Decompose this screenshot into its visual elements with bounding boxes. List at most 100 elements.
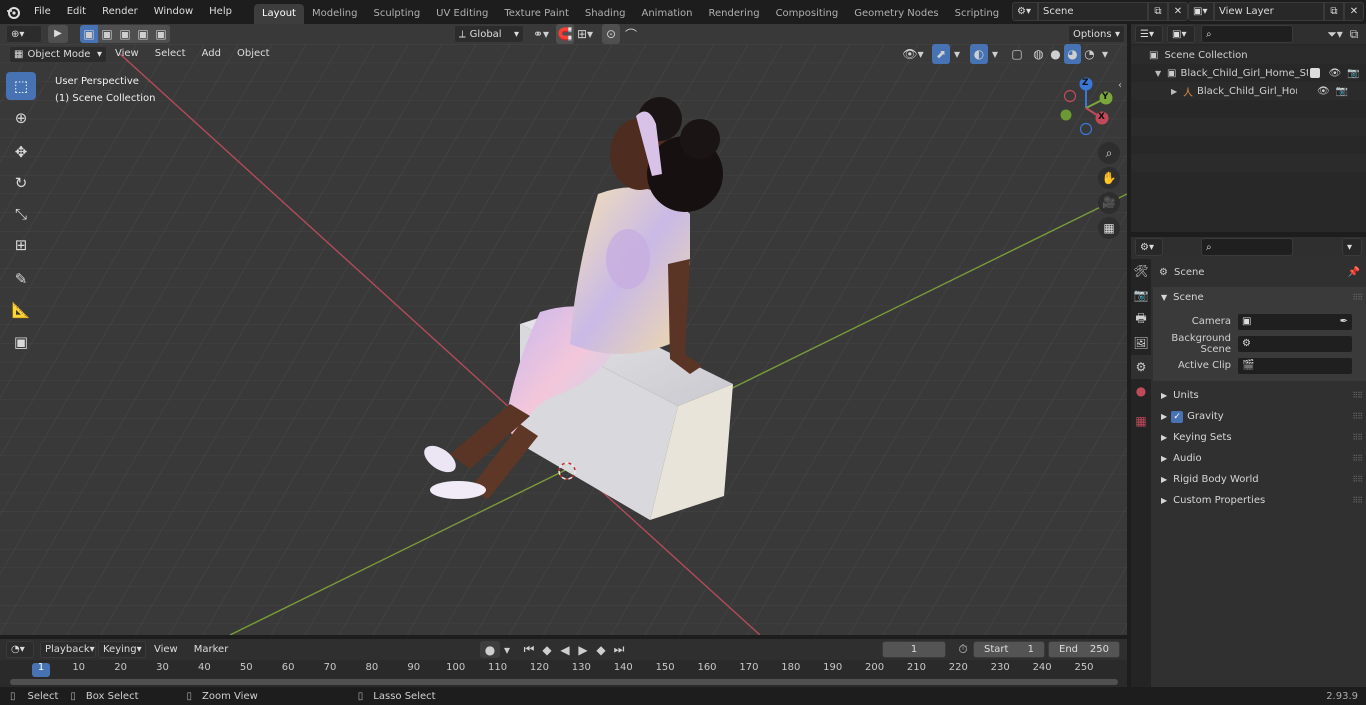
tab-scripting[interactable]: Scripting (947, 4, 1007, 24)
jump-end-icon[interactable]: ⏭ (610, 641, 628, 658)
solid-shading-icon[interactable]: ● (1047, 44, 1064, 64)
current-frame-field[interactable]: 1 (882, 641, 946, 658)
record-options-icon[interactable]: ▾ (500, 641, 514, 658)
menu-select[interactable]: Select (147, 44, 194, 64)
menu-render[interactable]: Render (94, 1, 146, 23)
texture-tab-icon[interactable]: ▦ (1131, 409, 1151, 433)
tab-uv-editing[interactable]: UV Editing (428, 4, 496, 24)
scale-tool-icon[interactable]: ⤡ (6, 200, 36, 228)
menu-view[interactable]: View (107, 44, 147, 64)
eyedropper-icon[interactable]: ✒ (1340, 316, 1348, 327)
scene-copy-icon[interactable]: ⧉ (1148, 2, 1168, 21)
rigid-body-world-panel-header[interactable]: ▶ Rigid Body World ⠿⠿ (1153, 469, 1366, 490)
orientation-dropdown[interactable]: ⟂ Global ▾ (454, 25, 524, 43)
jump-start-icon[interactable]: ⏮ (520, 641, 538, 658)
snap-icon[interactable]: 🧲 (556, 24, 574, 44)
overlay-dropdown-icon[interactable]: ▾ (988, 44, 1002, 64)
tab-animation[interactable]: Animation (634, 4, 701, 24)
move-tool-icon[interactable]: ✥ (6, 138, 36, 166)
scene-close-icon[interactable]: ✕ (1168, 2, 1188, 21)
zoom-icon[interactable]: ⌕ (1098, 142, 1120, 164)
tab-rendering[interactable]: Rendering (700, 4, 767, 24)
rotate-tool-icon[interactable]: ↻ (6, 169, 36, 197)
properties-editor-type-icon[interactable]: ⚙▾ (1135, 238, 1163, 256)
keying-dropdown[interactable]: Keying ▾ (98, 641, 146, 658)
select-new-icon[interactable]: ▣ (80, 25, 98, 43)
menu-file[interactable]: File (26, 1, 59, 23)
playback-dropdown[interactable]: Playback ▾ (40, 641, 96, 658)
menu-help[interactable]: Help (201, 1, 240, 23)
select-mode-icon[interactable]: ▶ (48, 25, 68, 43)
transform-tool-icon[interactable]: ⊞ (6, 231, 36, 259)
tab-sculpting[interactable]: Sculpting (365, 4, 428, 24)
tool-tab-icon[interactable]: 🛠 (1131, 259, 1151, 283)
gizmo-dropdown-icon[interactable]: ▾ (950, 44, 964, 64)
play-icon[interactable]: ▶ (574, 641, 592, 658)
custom-properties-panel-header[interactable]: ▶ Custom Properties ⠿⠿ (1153, 490, 1366, 511)
cursor-tool-icon[interactable]: ⊕ (6, 104, 36, 132)
output-tab-icon[interactable]: 🖶 (1131, 307, 1151, 331)
start-frame-field[interactable]: Start 1 (973, 641, 1045, 658)
pivot-icon[interactable]: ⚭▾ (530, 24, 552, 44)
prev-keyframe-icon[interactable]: ◆ (538, 641, 556, 658)
gravity-panel-header[interactable]: ▶ ✓ Gravity ⠿⠿ (1153, 406, 1366, 427)
material-shading-icon[interactable]: ◕ (1064, 44, 1081, 64)
sidebar-toggle-icon[interactable]: ‹ (1118, 80, 1122, 91)
drag-handle-icon[interactable]: ⠿⠿ (1352, 475, 1363, 484)
scene-type-icon[interactable]: ⚙▾ (1012, 2, 1038, 21)
camera-icon[interactable]: 📷 (1347, 68, 1359, 79)
expand-arrow-icon[interactable]: ▼ (1155, 69, 1167, 78)
units-panel-header[interactable]: ▶ Units ⠿⠿ (1153, 385, 1366, 406)
drag-handle-icon[interactable]: ⠿⠿ (1352, 496, 1363, 505)
drag-handle-icon[interactable]: ⠿⠿ (1352, 454, 1363, 463)
menu-add[interactable]: Add (194, 44, 229, 64)
camera-view-icon[interactable]: 🎥 (1098, 192, 1120, 214)
outliner-editor-type-icon[interactable]: ☰▾ (1135, 25, 1163, 43)
tab-geometry-nodes[interactable]: Geometry Nodes (846, 4, 946, 24)
timeline-scrollbar[interactable] (10, 679, 1118, 685)
next-keyframe-icon[interactable]: ◆ (592, 641, 610, 658)
ortho-grid-icon[interactable]: ▦ (1098, 217, 1120, 239)
camera-icon[interactable]: 📷 (1336, 86, 1348, 97)
select-intersect-icon[interactable]: ▣ (152, 25, 170, 43)
gizmo-toggle-icon[interactable]: ⬈ (932, 44, 950, 64)
scene-name-field[interactable]: Scene (1038, 2, 1148, 21)
view-layer-copy-icon[interactable]: ⧉ (1324, 2, 1344, 21)
outliner-row[interactable]: ▶ 人 Black_Child_Girl_Home_S 👁 📷 (1131, 82, 1366, 100)
play-reverse-icon[interactable]: ◀ (556, 641, 574, 658)
editor-type-icon[interactable]: ⊕▾ (6, 25, 42, 43)
render-tab-icon[interactable]: 📷 (1131, 283, 1151, 307)
select-subtract-icon[interactable]: ▣ (116, 25, 134, 43)
properties-search-input[interactable]: ⌕ (1201, 238, 1293, 256)
exclude-checkbox-icon[interactable] (1310, 68, 1321, 78)
shading-dropdown-icon[interactable]: ▾ (1098, 44, 1112, 64)
eye-icon[interactable]: 👁 (1317, 86, 1330, 97)
tab-shading[interactable]: Shading (577, 4, 634, 24)
world-tab-icon[interactable]: ● (1131, 379, 1151, 403)
tab-compositing[interactable]: Compositing (768, 4, 847, 24)
pin-icon[interactable]: 📌 (1348, 267, 1360, 278)
navigation-gizmo[interactable]: Z Y X (1056, 74, 1120, 138)
expand-arrow-icon[interactable]: ▶ (1171, 87, 1183, 96)
display-mode-icon[interactable]: ▣▾ (1167, 25, 1195, 43)
wireframe-shading-icon[interactable]: ◍ (1030, 44, 1047, 64)
timeline-editor-type-icon[interactable]: ◔▾ (6, 641, 34, 658)
view-layer-type-icon[interactable]: ▣▾ (1188, 2, 1214, 21)
overlay-toggle-icon[interactable]: ◐ (970, 44, 988, 64)
rendered-shading-icon[interactable]: ◔ (1081, 44, 1098, 64)
outliner-row[interactable]: ▼ ▣ Black_Child_Girl_Home_Style_ 👁 📷 (1131, 64, 1366, 82)
visibility-icon[interactable]: 👁▾ (902, 44, 924, 64)
add-cube-tool-icon[interactable]: ▣ (6, 328, 36, 356)
menu-object[interactable]: Object (229, 44, 278, 64)
view-layer-tab-icon[interactable]: 🖼 (1131, 331, 1151, 355)
menu-edit[interactable]: Edit (59, 1, 94, 23)
eye-icon[interactable]: 👁 (1328, 68, 1341, 79)
view-layer-close-icon[interactable]: ✕ (1344, 2, 1364, 21)
viewport-3d[interactable]: User Perspective (1) Scene Collection Z … (0, 44, 1127, 635)
timeline-menu-marker[interactable]: Marker (186, 640, 237, 660)
scene-tab-icon[interactable]: ⚙ (1131, 355, 1151, 379)
timeline-ruler[interactable]: 1 10 20 30 40 50 60 70 80 90 100 110 120 130 140 150 160… (0, 662, 1127, 678)
blender-logo-icon[interactable] (0, 1, 26, 23)
falloff-icon[interactable]: ⌒ (620, 24, 642, 44)
outliner-root-row[interactable]: ▣ Scene Collection (1131, 46, 1366, 64)
